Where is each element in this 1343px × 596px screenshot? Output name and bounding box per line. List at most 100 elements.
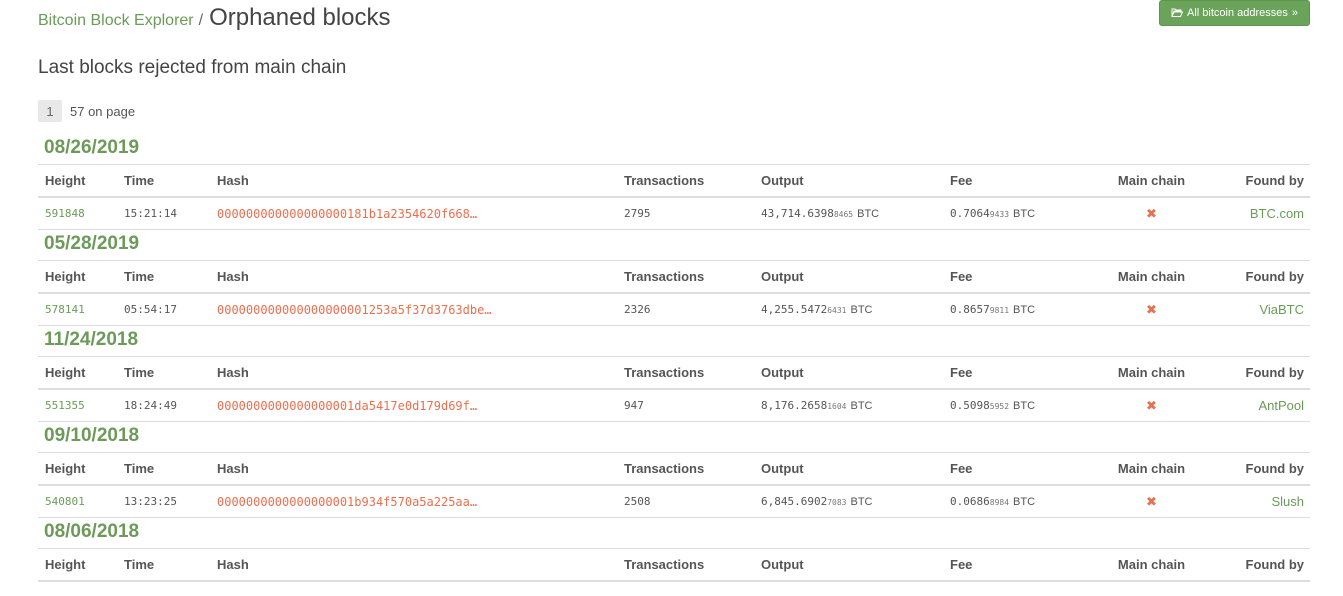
transactions-count: 2508 <box>624 495 651 508</box>
column-header-found-by: Found by <box>1245 557 1305 572</box>
all-bitcoin-addresses-label: All bitcoin addresses <box>1186 7 1288 19</box>
page-number-button[interactable]: 1 <box>38 100 62 122</box>
column-header-height: Height <box>45 173 86 188</box>
found-by-pool-link[interactable]: AntPool <box>1258 398 1304 413</box>
date-heading: 11/24/2018 <box>38 326 1310 357</box>
column-header-transactions: Transactions <box>624 173 705 188</box>
column-header-height: Height <box>45 365 86 380</box>
transactions-count: 2326 <box>624 303 651 316</box>
block-hash-link[interactable]: 0000000000000000001b934f570a5a225aa… <box>217 495 477 509</box>
column-header-hash: Hash <box>217 173 249 188</box>
table-header-row: Height Time Hash Transactions Output Fee Main … <box>38 357 1310 390</box>
not-in-main-chain-icon: ✖ <box>1146 205 1157 221</box>
all-bitcoin-addresses-button[interactable]: All bitcoin addresses » <box>1159 0 1310 26</box>
column-header-time: Time <box>124 269 155 284</box>
column-header-output: Output <box>761 173 804 188</box>
output-amount: 8,176.2658 <box>761 399 828 412</box>
block-hash-link[interactable]: 000000000000000000181b1a2354620f668… <box>217 207 477 221</box>
table-row: 551355 18:24:49 0000000000000000001da541… <box>38 390 1310 422</box>
not-in-main-chain-icon: ✖ <box>1146 493 1157 509</box>
fee-amount: 0.0686 <box>950 495 990 508</box>
column-header-transactions: Transactions <box>624 557 705 572</box>
transactions-count: 947 <box>624 399 644 412</box>
output-amount-fraction: 7083 <box>827 498 847 507</box>
block-hash-link[interactable]: 000000000000000000001253a5f37d3763dbe… <box>217 303 492 317</box>
fee-amount-fraction: 8984 <box>989 498 1010 507</box>
column-header-fee: Fee <box>950 269 973 284</box>
section-subtitle: Last blocks rejected from main chain <box>38 57 347 78</box>
column-header-output: Output <box>761 461 804 476</box>
output-unit: BTC <box>850 496 873 508</box>
column-header-fee: Fee <box>950 173 973 188</box>
output-unit: BTC <box>850 400 873 412</box>
output-unit: BTC <box>857 208 880 220</box>
column-header-found-by: Found by <box>1245 365 1305 380</box>
fee-amount-fraction: 5952 <box>989 402 1010 411</box>
output-amount-fraction: 6431 <box>827 306 847 315</box>
pagination: 1 57 on page <box>38 100 135 122</box>
table-row: 540801 13:23:25 0000000000000000001b934f… <box>38 486 1310 518</box>
block-height-link[interactable]: 551355 <box>45 399 85 412</box>
block-height-link[interactable]: 578141 <box>45 303 85 316</box>
fee-amount-fraction: 9433 <box>989 210 1010 219</box>
output-amount: 43,714.6398 <box>761 207 834 220</box>
found-by-pool-link[interactable]: ViaBTC <box>1259 302 1304 317</box>
date-heading: 09/10/2018 <box>38 422 1310 453</box>
not-in-main-chain-icon: ✖ <box>1146 397 1157 413</box>
table-header-row: Height Time Hash Transactions Output Fee Main … <box>38 453 1310 486</box>
output-amount-fraction: 8465 <box>833 210 854 219</box>
folder-open-icon <box>1171 7 1184 20</box>
fee-unit: BTC <box>1013 400 1036 412</box>
output-amount: 6,845.6902 <box>761 495 828 508</box>
column-header-main-chain: Main chain <box>1117 557 1186 572</box>
column-header-output: Output <box>761 365 804 380</box>
column-header-time: Time <box>124 557 155 572</box>
fee-amount: 0.8657 <box>950 303 990 316</box>
output-amount-fraction: 1604 <box>827 402 847 411</box>
column-header-fee: Fee <box>950 461 973 476</box>
column-header-found-by: Found by <box>1245 173 1305 188</box>
block-time: 13:23:25 <box>124 495 177 508</box>
block-time: 05:54:17 <box>124 303 177 316</box>
block-time: 18:24:49 <box>124 399 177 412</box>
items-on-page-count: 57 on page <box>70 103 136 119</box>
output-amount: 4,255.5472 <box>761 303 828 316</box>
column-header-hash: Hash <box>217 365 249 380</box>
column-header-transactions: Transactions <box>624 269 705 284</box>
breadcrumb: Bitcoin Block Explorer / Orphaned blocks <box>38 4 391 34</box>
table-header-row: Height Time Hash Transactions Output Fee Main … <box>38 165 1310 198</box>
column-header-main-chain: Main chain <box>1117 269 1186 284</box>
found-by-pool-link[interactable]: Slush <box>1271 494 1304 509</box>
block-hash-link[interactable]: 0000000000000000001da5417e0d179d69f… <box>217 399 477 413</box>
table-header-row: Height Time Hash Transactions Output Fee Main … <box>38 261 1310 294</box>
column-header-main-chain: Main chain <box>1117 365 1186 380</box>
fee-amount-fraction: 9811 <box>989 306 1010 315</box>
block-height-link[interactable]: 540801 <box>45 495 85 508</box>
date-heading: 05/28/2019 <box>38 230 1310 261</box>
fee-unit: BTC <box>1013 496 1036 508</box>
orphaned-blocks-list: 08/26/2019 Height Time Hash Transactions Outp… <box>38 134 1310 582</box>
fee-amount: 0.5098 <box>950 399 990 412</box>
table-row: 578141 05:54:17 000000000000000000001253… <box>38 294 1310 326</box>
column-header-hash: Hash <box>217 269 249 284</box>
date-heading: 08/26/2019 <box>38 134 1310 165</box>
column-header-height: Height <box>45 557 86 572</box>
not-in-main-chain-icon: ✖ <box>1146 301 1157 317</box>
column-header-time: Time <box>124 461 155 476</box>
column-header-fee: Fee <box>950 365 973 380</box>
fee-unit: BTC <box>1013 208 1036 220</box>
found-by-pool-link[interactable]: BTC.com <box>1250 206 1304 221</box>
block-time: 15:21:14 <box>124 207 177 220</box>
column-header-found-by: Found by <box>1245 461 1305 476</box>
column-header-height: Height <box>45 269 86 284</box>
breadcrumb-home-link[interactable]: Bitcoin Block Explorer <box>38 12 194 30</box>
breadcrumb-separator: / <box>198 12 204 29</box>
column-header-main-chain: Main chain <box>1117 461 1186 476</box>
block-height-link[interactable]: 591848 <box>45 207 85 220</box>
double-chevron-right-icon: » <box>1291 6 1298 19</box>
transactions-count: 2795 <box>624 207 651 220</box>
date-heading: 08/06/2018 <box>38 518 1310 549</box>
column-header-main-chain: Main chain <box>1117 173 1186 188</box>
column-header-height: Height <box>45 461 86 476</box>
column-header-transactions: Transactions <box>624 461 705 476</box>
